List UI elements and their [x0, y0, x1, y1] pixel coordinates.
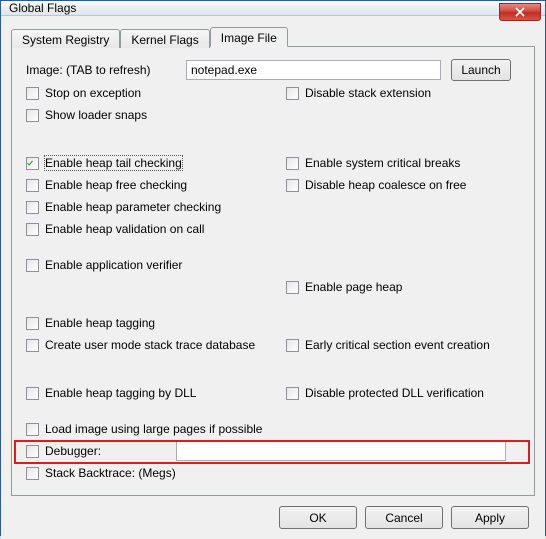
enable-app-verifier-label: Enable application verifier — [45, 258, 182, 272]
apply-button[interactable]: Apply — [451, 506, 529, 529]
stack-backtrace-checkbox[interactable]: Stack Backtrace: (Megs) — [26, 466, 176, 480]
image-label: Image: (TAB to refresh) — [26, 63, 186, 77]
client-area: System Registry Kernel Flags Image File … — [1, 16, 545, 539]
enable-page-heap-label: Enable page heap — [305, 280, 402, 294]
enable-heap-tagging-checkbox[interactable]: Enable heap tagging — [26, 316, 155, 330]
tab-panel: Image: (TAB to refresh) Launch Stop on e… — [11, 46, 535, 496]
tabstrip: System Registry Kernel Flags Image File — [11, 24, 535, 46]
enable-heap-tag-dll-label: Enable heap tagging by DLL — [45, 386, 196, 400]
stack-backtrace-label: Stack Backtrace: (Megs) — [45, 466, 176, 480]
load-large-pages-checkbox[interactable]: Load image using large pages if possible — [26, 422, 262, 436]
debugger-label: Debugger: — [45, 444, 101, 458]
titlebar: Global Flags — [1, 1, 545, 16]
stop-on-exception-label: Stop on exception — [45, 86, 141, 100]
early-critical-checkbox[interactable]: Early critical section event creation — [286, 338, 490, 352]
image-row: Image: (TAB to refresh) Launch — [26, 59, 520, 81]
enable-heap-free-checkbox[interactable]: Enable heap free checking — [26, 178, 187, 192]
disable-stack-extension-label: Disable stack extension — [305, 86, 431, 100]
create-user-mode-trace-checkbox[interactable]: Create user mode stack trace database — [26, 338, 255, 352]
stop-on-exception-checkbox[interactable]: Stop on exception — [26, 86, 141, 100]
disable-protected-dll-label: Disable protected DLL verification — [305, 386, 484, 400]
tab-kernel-flags[interactable]: Kernel Flags — [120, 29, 209, 48]
disable-protected-dll-checkbox[interactable]: Disable protected DLL verification — [286, 386, 484, 400]
close-icon — [515, 7, 525, 17]
enable-heap-param-checkbox[interactable]: Enable heap parameter checking — [26, 200, 221, 214]
debugger-checkbox[interactable]: Debugger: — [26, 444, 101, 458]
dialog-window: Global Flags System Registry Kernel Flag… — [0, 0, 546, 536]
tab-system-registry[interactable]: System Registry — [11, 29, 120, 48]
enable-heap-tagging-label: Enable heap tagging — [45, 316, 155, 330]
enable-heap-validation-checkbox[interactable]: Enable heap validation on call — [26, 222, 204, 236]
image-input[interactable] — [186, 60, 441, 80]
debugger-input[interactable] — [176, 441, 506, 461]
enable-heap-tag-dll-checkbox[interactable]: Enable heap tagging by DLL — [26, 386, 196, 400]
enable-heap-tail-label: Enable heap tail checking — [45, 156, 182, 170]
enable-system-critical-label: Enable system critical breaks — [305, 156, 460, 170]
tab-image-file[interactable]: Image File — [210, 27, 288, 47]
enable-heap-tail-checkbox[interactable]: Enable heap tail checking — [26, 156, 182, 170]
dialog-button-row: OK Cancel Apply — [11, 496, 535, 531]
window-title: Global Flags — [9, 1, 76, 15]
cancel-button[interactable]: Cancel — [365, 506, 443, 529]
launch-button[interactable]: Launch — [451, 59, 511, 81]
enable-heap-free-label: Enable heap free checking — [45, 178, 187, 192]
create-user-mode-trace-label: Create user mode stack trace database — [45, 338, 255, 352]
enable-app-verifier-checkbox[interactable]: Enable application verifier — [26, 258, 182, 272]
early-critical-label: Early critical section event creation — [305, 338, 490, 352]
ok-button[interactable]: OK — [279, 506, 357, 529]
enable-heap-validation-label: Enable heap validation on call — [45, 222, 204, 236]
enable-page-heap-checkbox[interactable]: Enable page heap — [286, 280, 402, 294]
enable-system-critical-checkbox[interactable]: Enable system critical breaks — [286, 156, 460, 170]
show-loader-snaps-checkbox[interactable]: Show loader snaps — [26, 108, 147, 122]
load-large-pages-label: Load image using large pages if possible — [45, 422, 262, 436]
disable-stack-extension-checkbox[interactable]: Disable stack extension — [286, 86, 431, 100]
enable-heap-param-label: Enable heap parameter checking — [45, 200, 221, 214]
disable-heap-coalesce-checkbox[interactable]: Disable heap coalesce on free — [286, 178, 466, 192]
disable-heap-coalesce-label: Disable heap coalesce on free — [305, 178, 466, 192]
close-button[interactable] — [499, 3, 541, 21]
show-loader-snaps-label: Show loader snaps — [45, 108, 147, 122]
